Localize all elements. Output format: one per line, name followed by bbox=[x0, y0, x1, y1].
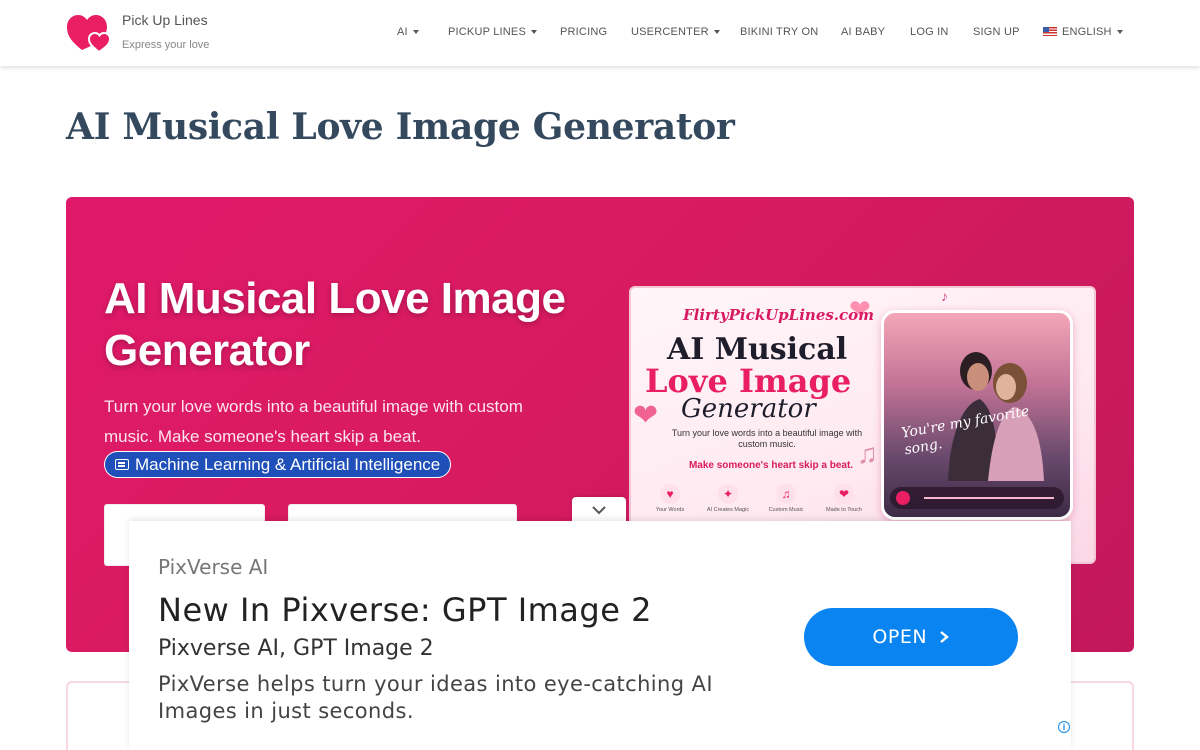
promo-site-name: FlirtyPickUpLines.com bbox=[683, 306, 875, 324]
nav-item-pricing[interactable]: PRICING bbox=[560, 26, 607, 38]
hero-description: Turn your love words into a beautiful im… bbox=[104, 397, 523, 446]
nav-item-ai-baby[interactable]: AI BABY bbox=[841, 26, 885, 38]
nav-item-usercenter[interactable]: USERCENTER bbox=[631, 26, 720, 38]
nav-item-log-in[interactable]: LOG IN bbox=[910, 26, 949, 38]
music-note-icon: ♪ bbox=[941, 288, 948, 304]
brand-tagline: Express your love bbox=[122, 39, 210, 51]
hero-title: AI Musical Love Image Generator bbox=[104, 274, 566, 375]
caret-down-icon bbox=[1116, 30, 1123, 35]
brand-name[interactable]: Pick Up Lines bbox=[122, 12, 208, 28]
ad-source: PixVerse AI bbox=[158, 555, 269, 579]
feature-label: Made to Touch bbox=[826, 507, 862, 513]
couple-photo: You're my favorite song. bbox=[881, 310, 1073, 520]
nav-item-ai[interactable]: AI bbox=[397, 26, 419, 38]
heart-icon: ❤ bbox=[834, 484, 854, 504]
music-note-icon: ♫ bbox=[776, 484, 796, 504]
audio-waveform bbox=[924, 497, 1054, 499]
promo-features: ♥ Your Words ✦ AI Creates Magic ♫ Custom… bbox=[645, 484, 875, 524]
nav-item-pickup-lines[interactable]: PICKUP LINES bbox=[448, 26, 538, 38]
category-badge[interactable]: Machine Learning & Artificial Intelligen… bbox=[104, 451, 452, 478]
feature-item: ♥ Your Words bbox=[645, 484, 695, 513]
nav-item-sign-up[interactable]: SIGN UP bbox=[973, 26, 1020, 38]
top-navbar: Pick Up Lines Express your love AI PICKU… bbox=[0, 0, 1200, 66]
us-flag-icon bbox=[1043, 27, 1057, 36]
promo-tagline: Make someone's heart skip a beat. bbox=[688, 460, 854, 471]
caret-down-icon bbox=[412, 30, 419, 35]
ad-subline: Pixverse AI, GPT Image 2 bbox=[158, 636, 434, 661]
feature-label: Your Words bbox=[655, 507, 685, 513]
nav-item-label: SIGN UP bbox=[973, 26, 1020, 38]
nav-item-label: PRICING bbox=[560, 26, 608, 38]
feature-label: Custom Music bbox=[768, 507, 804, 513]
ad-headline[interactable]: New In Pixverse: GPT Image 2 bbox=[158, 591, 652, 629]
ad-open-button[interactable]: OPEN bbox=[804, 608, 1018, 666]
chevron-right-icon bbox=[939, 631, 949, 643]
magic-wand-icon: ✦ bbox=[718, 484, 738, 504]
ad-body: PixVerse helps turn your ideas into eye-… bbox=[158, 672, 713, 723]
nav-item-label: BIKINI TRY ON bbox=[740, 26, 819, 38]
play-icon bbox=[896, 491, 910, 505]
ad-banner[interactable]: PixVerse AI New In Pixverse: GPT Image 2… bbox=[129, 521, 1071, 750]
heart-logo-icon[interactable] bbox=[66, 12, 112, 54]
category-badge-label: Machine Learning & Artificial Intelligen… bbox=[135, 455, 441, 474]
nav-item-label: AI bbox=[397, 26, 408, 38]
ad-open-label: OPEN bbox=[872, 626, 928, 648]
audio-player bbox=[890, 487, 1064, 509]
feature-item: ♫ Custom Music bbox=[761, 484, 811, 513]
chevron-down-icon bbox=[592, 506, 606, 515]
heart-icon: ❤ bbox=[633, 399, 659, 432]
feature-item: ✦ AI Creates Magic bbox=[703, 484, 753, 513]
page-title: AI Musical Love Image Generator bbox=[66, 106, 735, 148]
nav-item-language[interactable]: ENGLISH bbox=[1043, 26, 1123, 38]
caret-down-icon bbox=[531, 30, 538, 35]
chat-heart-icon: ♥ bbox=[660, 484, 680, 504]
nav-item-label: PICKUP LINES bbox=[448, 26, 527, 38]
nav-item-label: USERCENTER bbox=[631, 26, 709, 38]
promo-title-line3: Generator bbox=[681, 394, 816, 424]
newspaper-icon bbox=[115, 459, 129, 470]
nav-item-label: LOG IN bbox=[910, 26, 949, 38]
caret-down-icon bbox=[713, 30, 720, 35]
nav-item-bikini-try-on[interactable]: BIKINI TRY ON bbox=[740, 26, 818, 38]
ad-info-icon[interactable]: i bbox=[1058, 721, 1070, 733]
promo-subtitle: Turn your love words into a beautiful im… bbox=[671, 428, 863, 449]
nav-item-label: AI BABY bbox=[841, 26, 886, 38]
nav-item-label: ENGLISH bbox=[1062, 26, 1112, 38]
feature-item: ❤ Made to Touch bbox=[819, 484, 869, 513]
ad-collapse-button[interactable] bbox=[572, 497, 626, 523]
feature-label: AI Creates Magic bbox=[706, 507, 750, 513]
